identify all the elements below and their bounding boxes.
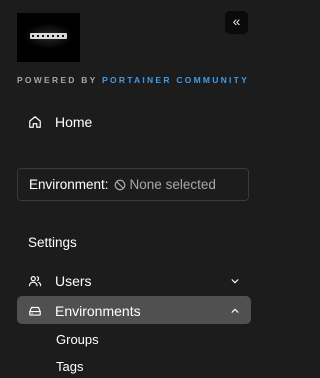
home-icon	[29, 116, 41, 128]
brand-name: PORTAINER COMMUNITY	[102, 75, 250, 85]
users-icon	[28, 276, 42, 287]
environment-selector[interactable]: Environment: None selected	[17, 168, 249, 201]
powered-by-label: POWERED BY	[17, 75, 98, 85]
environment-value-text: None selected	[129, 177, 216, 192]
collapse-sidebar-button[interactable]: «	[225, 11, 248, 34]
nav-item-home-label: Home	[55, 114, 93, 130]
powered-by: POWERED BY PORTAINER COMMUNITY	[17, 75, 249, 85]
sidebar-item-users-label: Users	[55, 273, 92, 289]
nav-item-home[interactable]: Home	[28, 113, 92, 131]
chevrons-left-icon: «	[232, 13, 241, 29]
settings-section-title: Settings	[28, 235, 77, 250]
ban-icon	[114, 179, 125, 190]
logo-lettering	[30, 33, 67, 39]
hard-drive-icon	[29, 306, 41, 316]
chevron-up-icon[interactable]	[230, 306, 240, 316]
environment-label: Environment:	[29, 177, 109, 192]
sidebar: « POWERED BY PORTAINER COMMUNITY Home En…	[0, 0, 268, 378]
sidebar-subitem-tags[interactable]: Tags	[56, 359, 83, 374]
sidebar-item-environments[interactable]: Environments	[28, 302, 240, 320]
environment-value: None selected	[114, 177, 216, 192]
sidebar-item-environments-label: Environments	[55, 303, 141, 319]
chevron-down-icon[interactable]	[230, 276, 240, 286]
sidebar-item-users[interactable]: Users	[28, 272, 240, 290]
sidebar-subitem-groups[interactable]: Groups	[56, 332, 99, 347]
logo[interactable]	[17, 13, 80, 62]
